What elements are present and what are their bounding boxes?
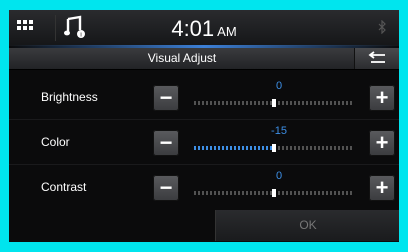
brightness-slider[interactable] <box>194 99 354 107</box>
back-arrow-icon <box>368 51 385 63</box>
color-slider[interactable] <box>194 144 354 152</box>
screen: i 4:01AM Visual Adjust Brightness − 0 + <box>9 10 399 242</box>
back-button[interactable] <box>354 48 399 69</box>
contrast-slider[interactable] <box>194 189 354 197</box>
contrast-value: 0 <box>275 170 283 182</box>
brightness-increase-button[interactable]: + <box>369 85 395 111</box>
color-decrease-button[interactable]: − <box>153 130 179 156</box>
color-value: -15 <box>271 125 287 137</box>
contrast-increase-button[interactable]: + <box>369 175 395 201</box>
brightness-decrease-button[interactable]: − <box>153 85 179 111</box>
page-title: Visual Adjust <box>147 51 217 65</box>
contrast-label: Contrast <box>41 180 87 194</box>
setting-row-brightness: Brightness − 0 + <box>9 78 399 118</box>
title-bar: Visual Adjust <box>9 48 399 70</box>
contrast-decrease-button[interactable]: − <box>153 175 179 201</box>
setting-row-contrast: Contrast − 0 + <box>9 168 399 208</box>
clock-time: 4:01 <box>171 16 215 41</box>
color-label: Color <box>41 135 70 149</box>
footer: OK <box>9 209 399 242</box>
bluetooth-icon <box>377 19 387 37</box>
color-increase-button[interactable]: + <box>369 130 395 156</box>
clock-ampm: AM <box>217 24 237 39</box>
brightness-value: 0 <box>275 80 283 92</box>
status-bar: i 4:01 AM <box>9 10 399 48</box>
brightness-label: Brightness <box>41 90 98 104</box>
ok-button[interactable]: OK <box>215 210 399 241</box>
clock: 4:01 AM <box>9 16 399 42</box>
setting-row-color: Color − -15 + <box>9 123 399 163</box>
